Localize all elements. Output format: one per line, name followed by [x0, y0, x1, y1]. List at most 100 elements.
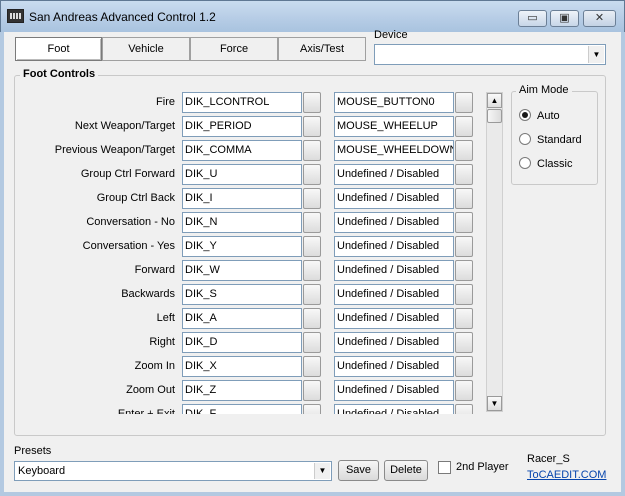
radio-classic[interactable] [519, 157, 531, 170]
assign-key-button[interactable] [303, 164, 321, 185]
assign-key-button[interactable] [303, 284, 321, 305]
device-label: Device [374, 29, 408, 41]
tab-axis-test[interactable]: Axis/Test [278, 37, 366, 61]
delete-button[interactable]: Delete [384, 460, 428, 481]
assign-mouse-button[interactable] [455, 380, 473, 401]
control-label: Conversation - No [86, 216, 175, 228]
aim-mode-classic-label: Classic [537, 158, 573, 170]
chevron-down-icon[interactable]: ▼ [588, 46, 604, 63]
assign-mouse-button[interactable] [455, 92, 473, 113]
assign-key-button[interactable] [303, 404, 321, 414]
control-label: Conversation - Yes [82, 240, 175, 252]
device-dropdown[interactable]: ▼ [374, 44, 606, 65]
assign-key-button[interactable] [303, 236, 321, 257]
assign-key-button[interactable] [303, 140, 321, 161]
key-binding-field[interactable]: DIK_X [182, 356, 302, 377]
key-binding-field[interactable]: DIK_COMMA [182, 140, 302, 161]
assign-key-button[interactable] [303, 260, 321, 281]
key-binding-field[interactable]: DIK_D [182, 332, 302, 353]
control-label: Enter + Exit [117, 408, 175, 414]
chevron-down-icon[interactable]: ▼ [314, 463, 330, 479]
scroll-thumb[interactable] [487, 109, 502, 123]
control-label: Group Ctrl Back [96, 192, 175, 204]
key-binding-field[interactable]: DIK_I [182, 188, 302, 209]
assign-mouse-button[interactable] [455, 308, 473, 329]
assign-mouse-button[interactable] [455, 260, 473, 281]
minimize-button[interactable]: ▭ [518, 10, 547, 27]
mouse-binding-field[interactable]: Undefined / Disabled [334, 380, 454, 401]
mouse-binding-field[interactable]: MOUSE_WHEELDOWN [334, 140, 454, 161]
scroll-down-button[interactable]: ▼ [487, 396, 502, 411]
control-label: Previous Weapon/Target [54, 144, 175, 156]
mouse-binding-field[interactable]: Undefined / Disabled [334, 404, 454, 414]
control-label: Zoom In [134, 360, 175, 372]
assign-mouse-button[interactable] [455, 188, 473, 209]
mouse-binding-field[interactable]: Undefined / Disabled [334, 356, 454, 377]
save-button[interactable]: Save [338, 460, 379, 481]
key-binding-field[interactable]: DIK_U [182, 164, 302, 185]
assign-mouse-button[interactable] [455, 116, 473, 137]
assign-mouse-button[interactable] [455, 164, 473, 185]
aim-mode-title: Aim Mode [516, 84, 572, 96]
close-button[interactable]: ✕ [583, 10, 616, 27]
mouse-binding-field[interactable]: Undefined / Disabled [334, 188, 454, 209]
second-player-label: 2nd Player [456, 461, 509, 473]
app-keyboard-icon [7, 9, 24, 23]
mouse-binding-field[interactable]: Undefined / Disabled [334, 260, 454, 281]
assign-key-button[interactable] [303, 356, 321, 377]
aim-mode-auto-label: Auto [537, 110, 560, 122]
assign-key-button[interactable] [303, 308, 321, 329]
tab-vehicle[interactable]: Vehicle [102, 37, 190, 61]
assign-key-button[interactable] [303, 332, 321, 353]
assign-mouse-button[interactable] [455, 212, 473, 233]
mouse-binding-field[interactable]: Undefined / Disabled [334, 212, 454, 233]
assign-key-button[interactable] [303, 92, 321, 113]
key-binding-field[interactable]: DIK_Y [182, 236, 302, 257]
assign-key-button[interactable] [303, 116, 321, 137]
key-binding-field[interactable]: DIK_PERIOD [182, 116, 302, 137]
aim-mode-standard[interactable]: Standard [519, 132, 582, 148]
assign-key-button[interactable] [303, 212, 321, 233]
assign-mouse-button[interactable] [455, 356, 473, 377]
key-binding-field[interactable]: DIK_W [182, 260, 302, 281]
key-binding-field[interactable]: DIK_A [182, 308, 302, 329]
control-label: Backwards [121, 288, 175, 300]
assign-key-button[interactable] [303, 188, 321, 209]
foot-controls-title: Foot Controls [20, 68, 99, 80]
control-label: Right [149, 336, 175, 348]
assign-mouse-button[interactable] [455, 404, 473, 414]
title-bar: San Andreas Advanced Control 1.2 ▭ ▣ ✕ [0, 0, 625, 32]
mouse-binding-field[interactable]: MOUSE_WHEELUP [334, 116, 454, 137]
mouse-binding-field[interactable]: Undefined / Disabled [334, 332, 454, 353]
assign-mouse-button[interactable] [455, 332, 473, 353]
assign-mouse-button[interactable] [455, 236, 473, 257]
key-binding-field[interactable]: DIK_LCONTROL [182, 92, 302, 113]
mouse-binding-field[interactable]: Undefined / Disabled [334, 284, 454, 305]
presets-dropdown[interactable]: Keyboard ▼ [14, 461, 332, 481]
mouse-binding-field[interactable]: Undefined / Disabled [334, 236, 454, 257]
assign-mouse-button[interactable] [455, 284, 473, 305]
mouse-binding-field[interactable]: Undefined / Disabled [334, 308, 454, 329]
radio-standard[interactable] [519, 133, 531, 146]
tab-force[interactable]: Force [190, 37, 278, 61]
mouse-binding-field[interactable]: MOUSE_BUTTON0 [334, 92, 454, 113]
tab-foot[interactable]: Foot [15, 37, 102, 61]
key-binding-field[interactable]: DIK_S [182, 284, 302, 305]
second-player-checkbox[interactable] [438, 461, 451, 474]
key-binding-field[interactable]: DIK_N [182, 212, 302, 233]
control-label: Left [156, 312, 175, 324]
assign-key-button[interactable] [303, 380, 321, 401]
aim-mode-standard-label: Standard [537, 134, 582, 146]
vertical-scrollbar[interactable]: ▲ ▼ [486, 92, 503, 412]
aim-mode-classic[interactable]: Classic [519, 156, 572, 172]
mouse-binding-field[interactable]: Undefined / Disabled [334, 164, 454, 185]
scroll-up-button[interactable]: ▲ [487, 93, 502, 108]
aim-mode-auto[interactable]: Auto [519, 108, 560, 124]
assign-mouse-button[interactable] [455, 140, 473, 161]
radio-auto[interactable] [519, 109, 531, 122]
key-binding-field[interactable]: DIK_Z [182, 380, 302, 401]
key-binding-field[interactable]: DIK_F [182, 404, 302, 414]
website-link[interactable]: ToCAEDIT.COM [527, 469, 606, 481]
window-title: San Andreas Advanced Control 1.2 [29, 10, 216, 24]
maximize-button[interactable]: ▣ [550, 10, 579, 27]
